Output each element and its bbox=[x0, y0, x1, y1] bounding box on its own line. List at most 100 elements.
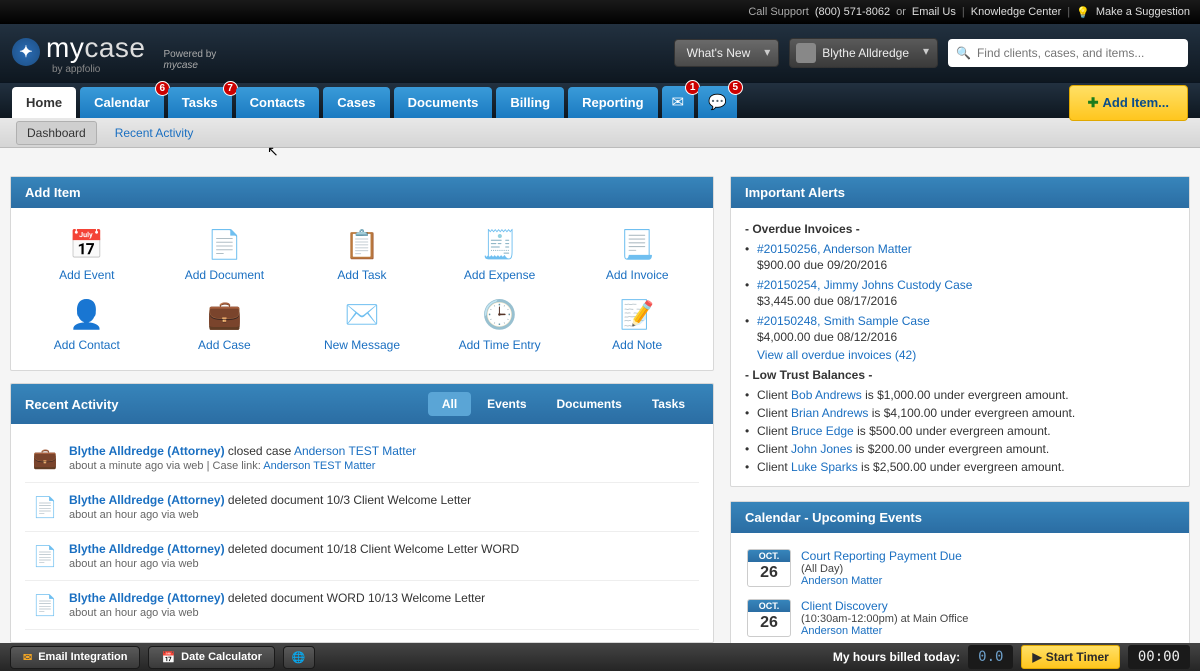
client-link[interactable]: John Jones bbox=[791, 442, 852, 456]
globe-icon: 🌐 bbox=[292, 651, 306, 664]
event-detail: (All Day) bbox=[801, 563, 962, 575]
nav-tab-billing[interactable]: Billing bbox=[496, 87, 564, 118]
search-input[interactable] bbox=[977, 46, 1180, 60]
event-title[interactable]: Client Discovery bbox=[801, 599, 968, 613]
event-date: OCT.26 bbox=[747, 599, 791, 637]
nav-tab-cases[interactable]: Cases bbox=[323, 87, 389, 118]
chat-tab[interactable]: 💬5 bbox=[698, 86, 737, 118]
add-item-add-event[interactable]: 📅Add Event bbox=[23, 226, 151, 282]
calendar-event[interactable]: OCT.26 Client Discovery(10:30am-12:00pm) … bbox=[745, 593, 1175, 643]
add-item-label: Add Contact bbox=[54, 338, 120, 352]
add-item-add-expense[interactable]: 🧾Add Expense bbox=[436, 226, 564, 282]
search-icon: 🔍 bbox=[956, 46, 971, 60]
subnav-dashboard[interactable]: Dashboard bbox=[16, 121, 97, 145]
activity-item: 💼Blythe Alldredge (Attorney) closed case… bbox=[25, 434, 699, 483]
client-link[interactable]: Brian Andrews bbox=[791, 406, 868, 420]
logo[interactable]: ✦ mycase by appfolio Powered by mycase bbox=[12, 32, 216, 75]
invoice-link[interactable]: #20150254, Jimmy Johns Custody Case bbox=[757, 278, 972, 292]
email-integration-button[interactable]: ✉Email Integration bbox=[10, 646, 140, 669]
invoice-link[interactable]: #20150256, Anderson Matter bbox=[757, 242, 912, 256]
activity-filter-events[interactable]: Events bbox=[473, 392, 540, 416]
logo-icon: ✦ bbox=[12, 38, 40, 66]
add-item-icon: 🕒 bbox=[482, 296, 518, 332]
activity-icon: 📄 bbox=[31, 542, 59, 570]
important-alerts-panel: Important Alerts - Overdue Invoices - #2… bbox=[730, 176, 1190, 487]
utility-bar: Call Support (800) 571-8062 or Email Us … bbox=[0, 0, 1200, 24]
overdue-invoice: #20150254, Jimmy Johns Custody Case bbox=[745, 276, 1175, 294]
add-item-icon: 📃 bbox=[619, 226, 655, 262]
nav-tab-contacts[interactable]: Contacts bbox=[236, 87, 320, 118]
activity-item: 📄Blythe Alldredge (Attorney) deleted doc… bbox=[25, 581, 699, 630]
invoice-link[interactable]: #20150248, Smith Sample Case bbox=[757, 314, 930, 328]
nav-tab-home[interactable]: Home bbox=[12, 87, 76, 118]
nav-tab-reporting[interactable]: Reporting bbox=[568, 87, 657, 118]
support-phone-link[interactable]: (800) 571-8062 bbox=[815, 6, 890, 18]
timer-value: 00:00 bbox=[1128, 645, 1190, 669]
add-item-add-case[interactable]: 💼Add Case bbox=[161, 296, 289, 352]
activity-user[interactable]: Blythe Alldredge (Attorney) bbox=[69, 444, 225, 458]
event-detail: (10:30am-12:00pm) at Main Office bbox=[801, 613, 968, 625]
add-item-add-contact[interactable]: 👤Add Contact bbox=[23, 296, 151, 352]
make-suggestion-link[interactable]: Make a Suggestion bbox=[1096, 6, 1190, 18]
low-trust-item: Client Luke Sparks is $2,500.00 under ev… bbox=[745, 458, 1175, 476]
calendar-panel: Calendar - Upcoming Events OCT.26Court R… bbox=[730, 501, 1190, 643]
activity-user[interactable]: Blythe Alldredge (Attorney) bbox=[69, 493, 225, 507]
messages-tab[interactable]: ✉1 bbox=[662, 86, 695, 118]
add-item-add-document[interactable]: 📄Add Document bbox=[161, 226, 289, 282]
play-icon: ▶ bbox=[1032, 650, 1041, 664]
main-header: ✦ mycase by appfolio Powered by mycase W… bbox=[0, 24, 1200, 82]
email-us-link[interactable]: Email Us bbox=[912, 6, 956, 18]
activity-filter-documents[interactable]: Documents bbox=[543, 392, 636, 416]
nav-tab-documents[interactable]: Documents bbox=[394, 87, 493, 118]
add-item-button[interactable]: ✚Add Item... bbox=[1069, 85, 1188, 121]
client-link[interactable]: Bruce Edge bbox=[791, 424, 854, 438]
add-item-add-invoice[interactable]: 📃Add Invoice bbox=[573, 226, 701, 282]
add-item-icon: 💼 bbox=[206, 296, 242, 332]
overdue-invoices-head: - Overdue Invoices - bbox=[745, 222, 1175, 236]
add-item-icon: 📋 bbox=[344, 226, 380, 262]
activity-link[interactable]: Anderson TEST Matter bbox=[294, 444, 416, 458]
add-item-new-message[interactable]: ✉️New Message bbox=[298, 296, 426, 352]
activity-filter-tasks[interactable]: Tasks bbox=[638, 392, 699, 416]
view-all-overdue-link[interactable]: View all overdue invoices (42) bbox=[757, 348, 916, 362]
knowledge-center-link[interactable]: Knowledge Center bbox=[971, 6, 1062, 18]
activity-icon: 📄 bbox=[31, 591, 59, 619]
subnav-recent-activity[interactable]: Recent Activity bbox=[115, 126, 194, 140]
nav-tab-tasks[interactable]: Tasks7 bbox=[168, 87, 232, 118]
footer-bar: ✉Email Integration 📅Date Calculator 🌐 My… bbox=[0, 643, 1200, 671]
footer-extra-button[interactable]: 🌐 bbox=[283, 646, 315, 669]
bulb-icon: 💡 bbox=[1076, 6, 1090, 19]
calendar-event[interactable]: OCT.26Court Reporting Payment Due(All Da… bbox=[745, 543, 1175, 593]
event-matter[interactable]: Anderson Matter bbox=[801, 575, 962, 587]
add-item-add-time-entry[interactable]: 🕒Add Time Entry bbox=[436, 296, 564, 352]
user-menu[interactable]: Blythe Alldredge bbox=[789, 38, 938, 68]
event-title[interactable]: Court Reporting Payment Due bbox=[801, 549, 962, 563]
add-item-icon: 📝 bbox=[619, 296, 655, 332]
add-item-panel: Add Item 📅Add Event📄Add Document📋Add Tas… bbox=[10, 176, 714, 371]
activity-icon: 💼 bbox=[31, 444, 59, 472]
whats-new-dropdown[interactable]: What's New bbox=[674, 39, 780, 67]
activity-filter-all[interactable]: All bbox=[428, 392, 471, 416]
activity-user[interactable]: Blythe Alldredge (Attorney) bbox=[69, 542, 225, 556]
main-nav: HomeCalendar6Tasks7ContactsCasesDocument… bbox=[0, 82, 1200, 118]
user-name: Blythe Alldredge bbox=[822, 46, 909, 60]
call-support-label: Call Support bbox=[748, 6, 809, 18]
overdue-invoice: #20150248, Smith Sample Case bbox=[745, 312, 1175, 330]
content-area: Add Item 📅Add Event📄Add Document📋Add Tas… bbox=[0, 148, 1200, 643]
global-search[interactable]: 🔍 bbox=[948, 39, 1188, 67]
add-item-label: Add Document bbox=[185, 268, 264, 282]
overdue-invoice: #20150256, Anderson Matter bbox=[745, 240, 1175, 258]
activity-meta-link[interactable]: Anderson TEST Matter bbox=[263, 460, 375, 472]
start-timer-button[interactable]: ▶Start Timer bbox=[1021, 645, 1119, 669]
add-item-label: New Message bbox=[324, 338, 400, 352]
client-link[interactable]: Luke Sparks bbox=[791, 460, 858, 474]
activity-user[interactable]: Blythe Alldredge (Attorney) bbox=[69, 591, 225, 605]
date-calculator-button[interactable]: 📅Date Calculator bbox=[148, 646, 274, 669]
invoice-due: $3,445.00 due 08/17/2016 bbox=[745, 294, 1175, 308]
event-matter[interactable]: Anderson Matter bbox=[801, 625, 968, 637]
activity-item: 📄Blythe Alldredge (Attorney) deleted doc… bbox=[25, 532, 699, 581]
add-item-add-task[interactable]: 📋Add Task bbox=[298, 226, 426, 282]
client-link[interactable]: Bob Andrews bbox=[791, 388, 862, 402]
nav-tab-calendar[interactable]: Calendar6 bbox=[80, 87, 164, 118]
add-item-add-note[interactable]: 📝Add Note bbox=[573, 296, 701, 352]
